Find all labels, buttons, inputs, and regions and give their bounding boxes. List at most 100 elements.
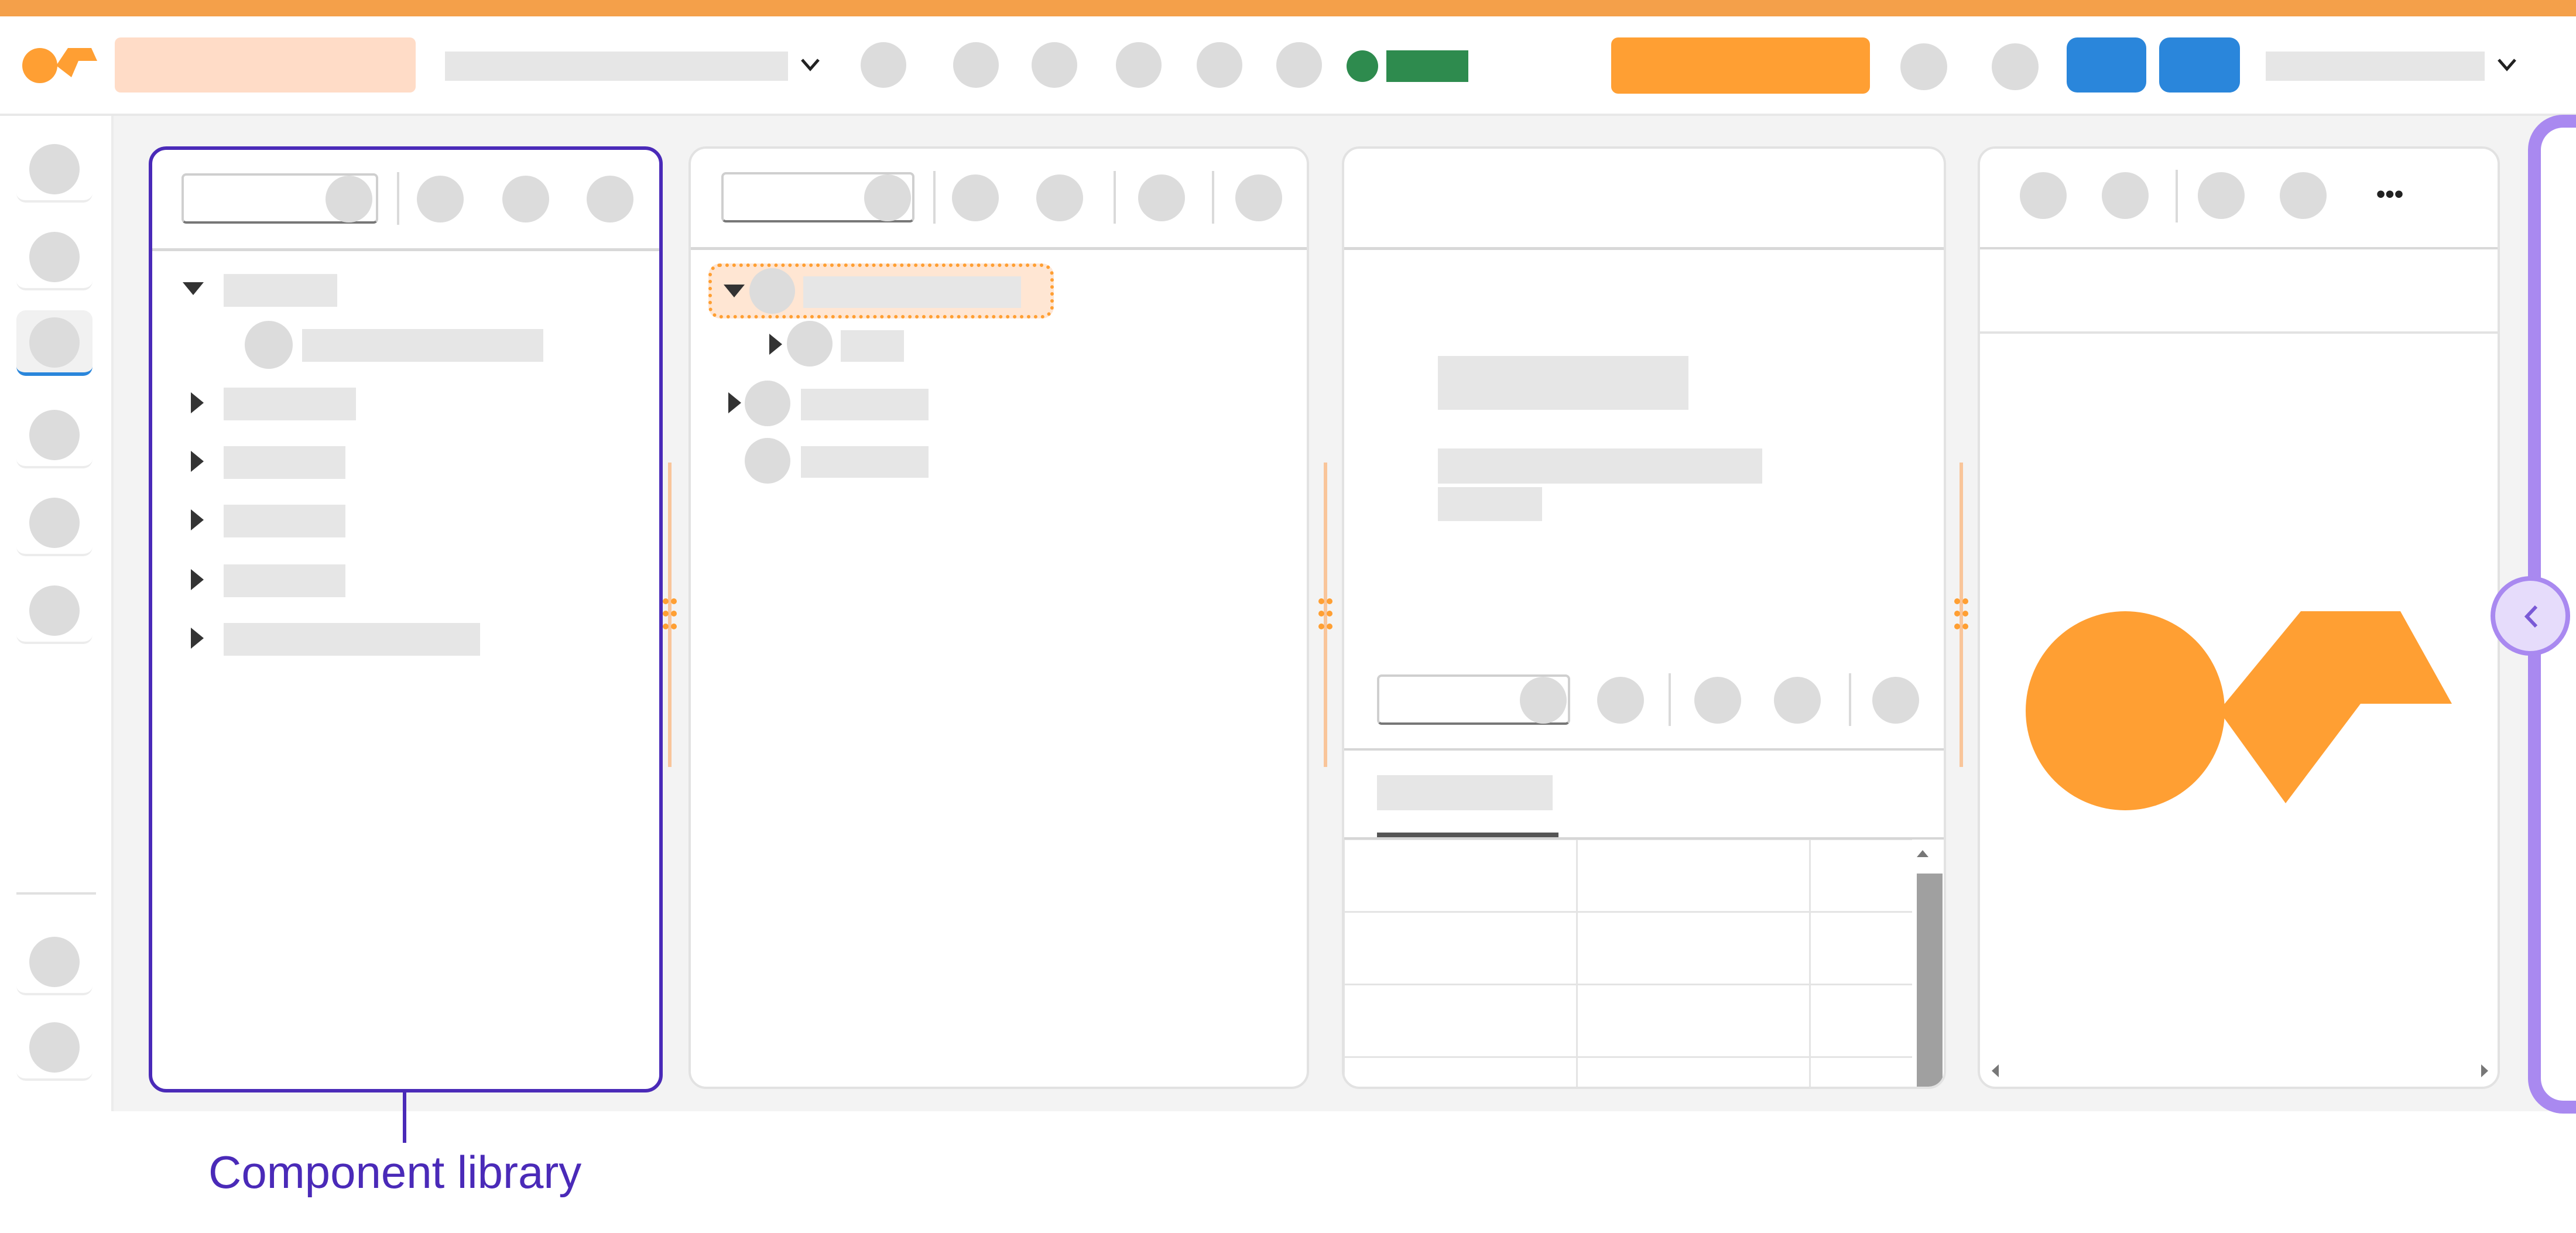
data-tab[interactable] — [1377, 775, 1553, 810]
rail-icon — [29, 410, 80, 460]
collapse-arrow-icon[interactable] — [191, 451, 204, 472]
chevron-down-icon[interactable] — [799, 55, 822, 75]
copy-icon[interactable] — [1116, 42, 1162, 88]
cut-icon[interactable] — [1032, 42, 1077, 88]
tree-item-label[interactable] — [224, 388, 356, 420]
primary-action-button[interactable] — [1611, 37, 1870, 94]
search-icon[interactable] — [326, 176, 372, 222]
tree-node-label[interactable] — [801, 389, 929, 420]
search-icon[interactable] — [1520, 677, 1567, 724]
node-icon — [787, 321, 833, 367]
data-tab-underline — [1377, 833, 1558, 837]
tree-item-label[interactable] — [224, 564, 345, 597]
settings-icon[interactable] — [1992, 43, 2039, 90]
status-badge — [1386, 50, 1468, 82]
rail-button-5[interactable] — [16, 491, 93, 556]
collapse-arrow-icon[interactable] — [728, 392, 741, 413]
annotation-connector — [403, 1092, 406, 1143]
expand-arrow-icon[interactable] — [183, 282, 204, 295]
more-menu-icon[interactable]: ••• — [2361, 177, 2419, 212]
rail-icon — [29, 317, 80, 368]
properties-header — [1344, 149, 1944, 250]
scroll-right-arrow-icon[interactable] — [2479, 1062, 2491, 1080]
rail-icon — [29, 585, 80, 636]
add-row-icon[interactable] — [1597, 677, 1644, 724]
refresh-preview-icon[interactable] — [2280, 172, 2327, 219]
move-up-icon[interactable] — [1138, 174, 1185, 221]
move-down-icon[interactable] — [1235, 174, 1282, 221]
paste-icon[interactable] — [1197, 42, 1242, 88]
expand-all-icon[interactable] — [952, 174, 999, 221]
app-logo-icon[interactable] — [22, 44, 98, 85]
search-icon[interactable] — [864, 174, 911, 221]
rail-button-8[interactable] — [16, 1015, 93, 1081]
tree-item-label[interactable] — [302, 329, 543, 362]
data-table-scrollbar-thumb[interactable] — [1917, 874, 1943, 1087]
blue-action-button-2[interactable] — [2159, 37, 2240, 93]
tree-node-label[interactable] — [841, 330, 904, 362]
rail-button-4[interactable] — [16, 403, 93, 468]
add-component-icon[interactable] — [417, 176, 464, 222]
tree-node-label — [803, 276, 1021, 308]
toolbar-divider — [2176, 170, 2178, 222]
preview-panel: ••• — [1978, 146, 2500, 1089]
collapse-all-icon[interactable] — [1036, 174, 1083, 221]
rail-button-7[interactable] — [16, 930, 93, 995]
zoom-out-icon[interactable] — [2020, 172, 2067, 219]
tree-item-label[interactable] — [224, 505, 345, 537]
zoom-in-icon[interactable] — [2102, 172, 2149, 219]
refresh-icon[interactable] — [587, 176, 633, 222]
delete-icon[interactable] — [1276, 42, 1322, 88]
component-library-panel — [149, 146, 663, 1092]
component-library-toolbar — [152, 150, 659, 251]
rail-button-3-active[interactable] — [16, 310, 93, 376]
toolbar-divider — [1114, 171, 1116, 224]
tree-item-label[interactable] — [224, 274, 337, 307]
properties-text-placeholder — [1438, 487, 1542, 521]
toolbar-divider — [1849, 673, 1851, 726]
properties-title-placeholder — [1438, 356, 1688, 410]
rail-icon — [29, 937, 80, 987]
app-header — [0, 16, 2576, 116]
splitter-grip-icon[interactable] — [1954, 598, 1968, 633]
tree-node-label[interactable] — [801, 446, 929, 478]
scroll-up-arrow-icon[interactable] — [1914, 847, 1931, 859]
project-dropdown[interactable] — [445, 52, 788, 81]
assistant-collapse-handle[interactable] — [2491, 576, 2570, 656]
delete-row-icon[interactable] — [1774, 677, 1821, 724]
data-toolbar-divider — [1344, 748, 1944, 751]
rail-button-2[interactable] — [16, 225, 93, 290]
expand-arrow-icon[interactable] — [724, 285, 745, 297]
chevron-left-icon — [2524, 605, 2538, 628]
project-name-chip[interactable] — [115, 37, 416, 93]
blue-action-button-1[interactable] — [2067, 37, 2146, 93]
node-icon — [745, 381, 790, 426]
chevron-down-icon[interactable] — [2495, 55, 2519, 75]
user-menu-dropdown[interactable] — [2266, 52, 2485, 81]
undo-icon[interactable] — [861, 42, 906, 88]
export-icon[interactable] — [1872, 677, 1919, 724]
collapse-arrow-icon[interactable] — [769, 334, 782, 355]
rail-button-6[interactable] — [16, 578, 93, 644]
properties-panel — [1342, 146, 1946, 1089]
filter-icon[interactable] — [502, 176, 549, 222]
top-accent-bar — [0, 0, 2576, 18]
splitter-grip-icon[interactable] — [663, 598, 677, 633]
collapse-arrow-icon[interactable] — [191, 392, 204, 413]
rail-icon — [29, 144, 80, 194]
data-table-grid[interactable] — [1344, 840, 1912, 1087]
device-preview-icon[interactable] — [2198, 172, 2245, 219]
edit-row-icon[interactable] — [1694, 677, 1741, 724]
collapse-arrow-icon[interactable] — [191, 628, 204, 649]
splitter-grip-icon[interactable] — [1318, 598, 1332, 633]
rail-button-1[interactable] — [16, 137, 93, 203]
collapse-arrow-icon[interactable] — [191, 569, 204, 590]
tree-item-label[interactable] — [224, 446, 345, 479]
tree-item-label[interactable] — [224, 623, 480, 656]
annotation-label: Component library — [208, 1146, 582, 1198]
scroll-left-arrow-icon[interactable] — [1989, 1062, 2001, 1080]
collapse-arrow-icon[interactable] — [191, 509, 204, 530]
help-icon[interactable] — [1900, 43, 1947, 90]
redo-icon[interactable] — [953, 42, 999, 88]
left-rail — [0, 116, 114, 1111]
